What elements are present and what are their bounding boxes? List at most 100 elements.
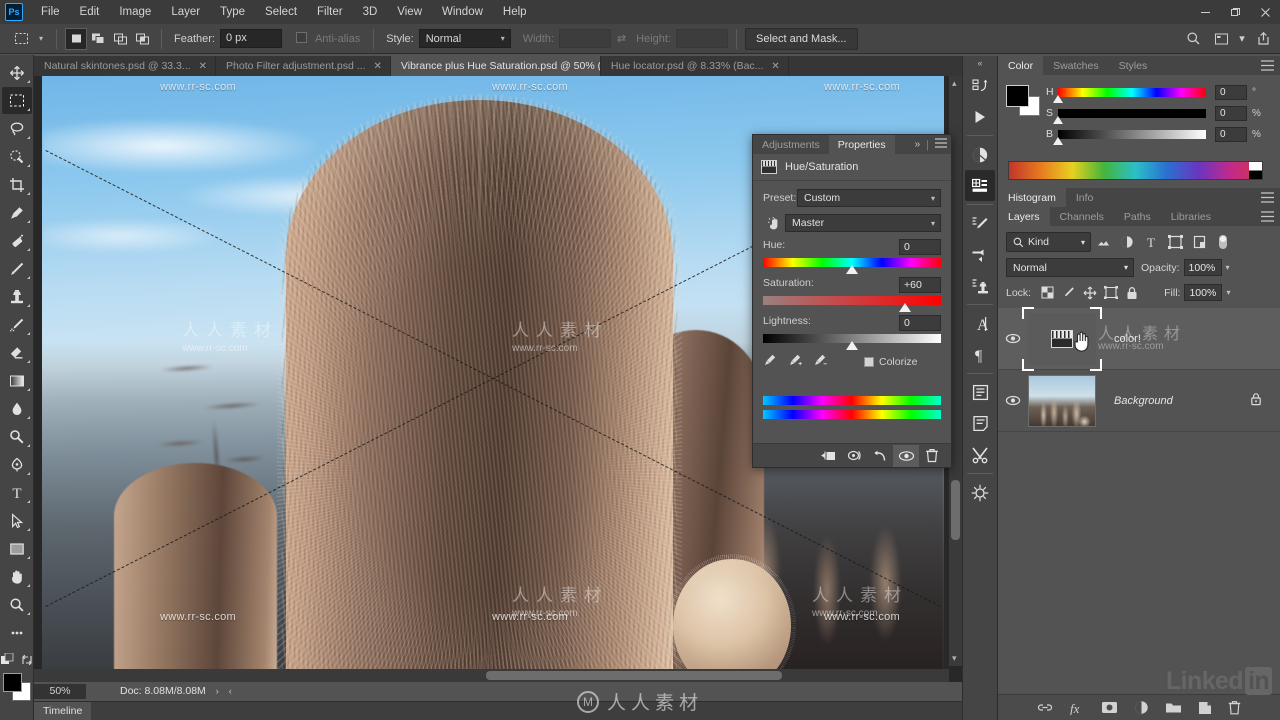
layer-row-background[interactable]: Background <box>998 370 1280 432</box>
anti-alias-checkbox[interactable] <box>295 32 311 45</box>
layer-style-fx-icon[interactable]: fx <box>1069 701 1085 715</box>
paragraph-icon[interactable]: ¶ <box>965 339 995 370</box>
menu-3d[interactable]: 3D <box>353 3 388 21</box>
tools-icon[interactable] <box>965 439 995 470</box>
saturation-channel-value[interactable]: 0 <box>1215 105 1247 121</box>
menu-edit[interactable]: Edit <box>70 3 110 21</box>
quick-selection-tool[interactable] <box>2 143 32 170</box>
tab-color[interactable]: Color <box>998 56 1044 75</box>
color-swatches[interactable] <box>2 673 31 701</box>
dodge-tool[interactable] <box>2 423 32 450</box>
tab-styles[interactable]: Styles <box>1109 56 1158 75</box>
scroll-down-icon[interactable]: ▾ <box>952 653 957 664</box>
filter-shape-icon[interactable] <box>1163 232 1187 252</box>
history-icon[interactable] <box>965 70 995 101</box>
opacity-value[interactable]: 100% <box>1183 259 1222 276</box>
menu-type[interactable]: Type <box>210 3 255 21</box>
toggle-visibility-icon[interactable] <box>893 444 919 467</box>
channel-select[interactable]: Master ▾ <box>785 214 941 232</box>
actions-play-icon[interactable] <box>965 101 995 132</box>
filter-power-icon[interactable] <box>1211 232 1235 252</box>
3d-icon[interactable] <box>965 477 995 508</box>
close-tab-icon[interactable]: ✕ <box>374 61 382 72</box>
filter-type-icon[interactable]: T <box>1139 232 1163 252</box>
new-group-icon[interactable] <box>1165 701 1182 714</box>
new-layer-icon[interactable] <box>1198 701 1212 715</box>
clip-to-layer-icon[interactable] <box>815 445 841 467</box>
lock-all-icon[interactable] <box>1121 283 1142 302</box>
new-selection-button[interactable] <box>65 27 87 50</box>
hue-channel-value[interactable]: 0 <box>1215 84 1247 100</box>
rectangular-marquee-icon[interactable] <box>8 27 34 51</box>
layer-filter-kind-select[interactable]: Kind ▾ <box>1006 232 1091 252</box>
layer-name[interactable]: Background <box>1114 395 1173 407</box>
saturation-channel-track[interactable] <box>1053 108 1206 124</box>
eraser-tool[interactable] <box>2 339 32 366</box>
brightness-channel-track[interactable] <box>1053 129 1206 145</box>
swap-dimensions-icon[interactable]: ⇄ <box>617 32 626 45</box>
lock-position-icon[interactable] <box>1079 283 1100 302</box>
color-ramp[interactable] <box>1008 161 1263 180</box>
filter-smart-object-icon[interactable] <box>1187 232 1211 252</box>
share-icon[interactable] <box>1250 27 1276 51</box>
new-adjustment-layer-icon[interactable] <box>1134 700 1149 715</box>
saturation-value[interactable]: +60 <box>899 277 941 293</box>
add-to-selection-button[interactable] <box>87 27 109 50</box>
menu-file[interactable]: File <box>31 3 70 21</box>
document-tab-3[interactable]: Hue locator.psd @ 8.33% (Bac... ✕ <box>600 56 789 76</box>
lightness-slider-thumb[interactable] <box>846 341 858 350</box>
feather-input[interactable]: 0 px <box>219 29 282 48</box>
saturation-slider-thumb[interactable] <box>899 303 912 312</box>
character-styles-icon[interactable] <box>965 377 995 408</box>
move-tool[interactable] <box>2 59 32 86</box>
colorize-checkbox[interactable]: Colorize <box>864 356 918 368</box>
eyedropper-plus-icon[interactable] <box>788 353 802 370</box>
lightness-value[interactable]: 0 <box>899 315 941 331</box>
hue-value[interactable]: 0 <box>899 239 941 255</box>
tab-histogram[interactable]: Histogram <box>998 188 1066 207</box>
saturation-slider-track[interactable] <box>763 296 941 312</box>
brush-settings-icon[interactable] <box>965 208 995 239</box>
menu-window[interactable]: Window <box>432 3 493 21</box>
color-panel-swatches[interactable] <box>1006 85 1040 116</box>
brush-presets-icon[interactable] <box>965 239 995 270</box>
tool-preset-chevron-down-icon[interactable]: ▾ <box>34 34 48 43</box>
foreground-color-swatch[interactable] <box>1006 85 1029 107</box>
clone-stamp-tool[interactable] <box>2 283 32 310</box>
document-tab-2[interactable]: Vibrance plus Hue Saturation.psd @ 50% (… <box>390 56 601 76</box>
tab-timeline[interactable]: Timeline <box>34 701 92 720</box>
width-input[interactable] <box>558 29 611 48</box>
paragraph-styles-icon[interactable] <box>965 408 995 439</box>
default-colors-icon[interactable] <box>0 652 14 669</box>
eyedropper-icon[interactable] <box>763 353 777 370</box>
scroll-up-icon[interactable]: ▴ <box>952 78 957 89</box>
filter-image-icon[interactable] <box>1091 232 1115 252</box>
rectangular-marquee-tool[interactable] <box>1 87 32 114</box>
scrollbar-thumb[interactable] <box>486 671 782 680</box>
close-tab-icon[interactable]: ✕ <box>771 61 779 72</box>
panel-menu-icon[interactable] <box>1261 56 1274 75</box>
zoom-level[interactable]: 50% <box>34 683 86 699</box>
double-chevron-left-icon[interactable]: « <box>963 56 997 70</box>
link-layers-icon[interactable] <box>1037 702 1053 713</box>
height-input[interactable] <box>676 29 728 48</box>
character-icon[interactable]: A <box>965 308 995 339</box>
ramp-white-black-swatch[interactable] <box>1249 162 1262 179</box>
tab-adjustments[interactable]: Adjustments <box>753 135 829 154</box>
path-selection-tool[interactable] <box>2 507 32 534</box>
add-layer-mask-icon[interactable] <box>1101 701 1118 714</box>
layer-row-color[interactable]: color! 人人素材 www.rr-sc.com <box>998 306 1280 371</box>
layer-thumbnail[interactable] <box>1028 374 1096 427</box>
tab-properties[interactable]: Properties <box>828 135 895 154</box>
edit-toolbar-icon[interactable] <box>2 619 32 646</box>
delete-layer-icon[interactable] <box>1228 700 1241 715</box>
hue-channel-track[interactable] <box>1053 87 1206 103</box>
tab-channels[interactable]: Channels <box>1050 207 1114 226</box>
history-brush-tool[interactable] <box>2 311 32 338</box>
document-tab-1[interactable]: Photo Filter adjustment.psd ... ✕ <box>216 56 391 76</box>
lock-transparent-pixels-icon[interactable] <box>1037 283 1058 302</box>
swap-colors-icon[interactable] <box>21 654 33 669</box>
clone-source-icon[interactable] <box>965 270 995 301</box>
lock-image-pixels-icon[interactable] <box>1058 283 1079 302</box>
tab-layers[interactable]: Layers <box>998 207 1050 226</box>
